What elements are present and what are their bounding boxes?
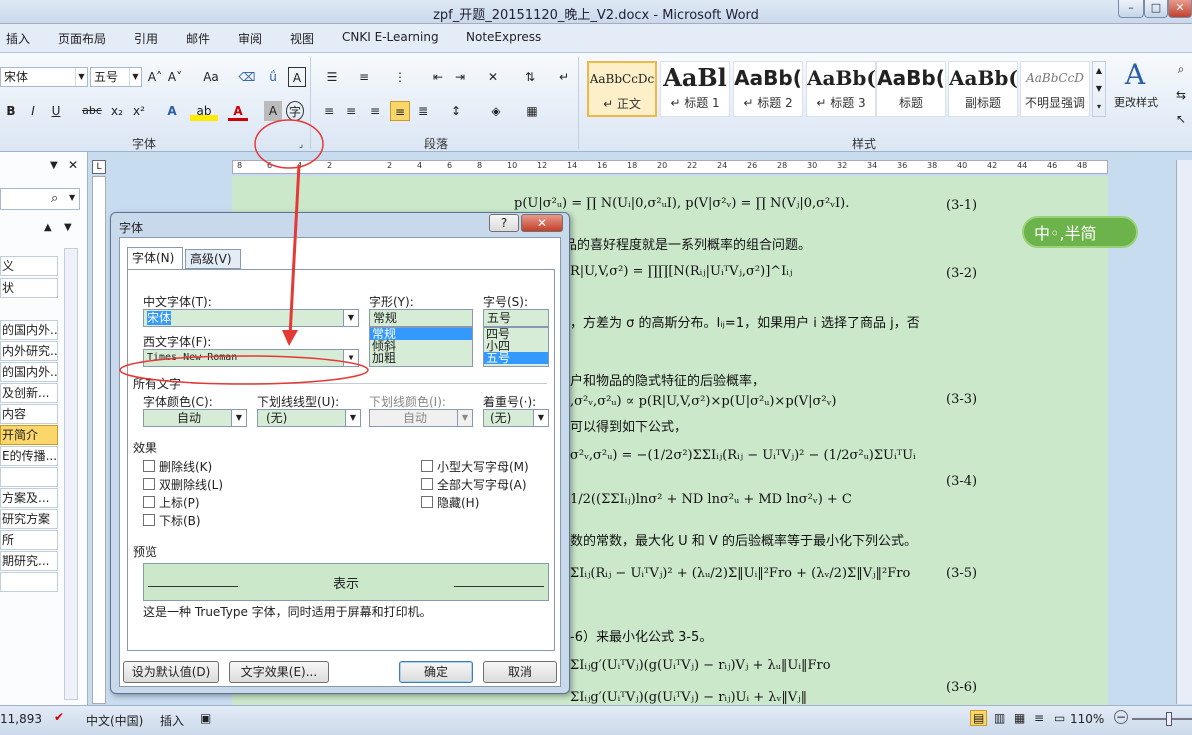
annotation-arrow bbox=[288, 164, 301, 337]
draft-icon[interactable]: ▭ bbox=[1054, 711, 1065, 725]
zoom-out-button[interactable]: − bbox=[1114, 710, 1128, 724]
annotation-ellipse-launcher bbox=[254, 119, 324, 169]
word-count[interactable]: 11,893 bbox=[0, 712, 42, 726]
proofing-icon[interactable]: ✔ bbox=[54, 710, 64, 724]
zoom-slider[interactable] bbox=[1132, 718, 1192, 720]
macro-icon[interactable]: ▣ bbox=[200, 711, 211, 725]
zoom-level[interactable]: 110% bbox=[1070, 712, 1104, 726]
print-layout-icon[interactable]: ▤ bbox=[970, 710, 988, 726]
annotation-ellipse-westfont bbox=[119, 355, 369, 385]
zoom-slider-thumb[interactable] bbox=[1166, 712, 1172, 726]
reading-view-icon[interactable]: ▥ bbox=[994, 711, 1005, 725]
annotation-arrowhead bbox=[282, 330, 298, 346]
annotation-overlay bbox=[119, 119, 369, 385]
web-layout-icon[interactable]: ▦ bbox=[1014, 711, 1025, 725]
language-status[interactable]: 中文(中国) bbox=[86, 712, 143, 729]
outline-icon[interactable]: ≡ bbox=[1034, 711, 1044, 725]
status-bar: 11,893 ✔ 中文(中国) 插入 ▣ ▤ ▥ ▦ ≡ ▭ 110% − bbox=[0, 705, 1192, 735]
insert-mode[interactable]: 插入 bbox=[160, 712, 184, 729]
